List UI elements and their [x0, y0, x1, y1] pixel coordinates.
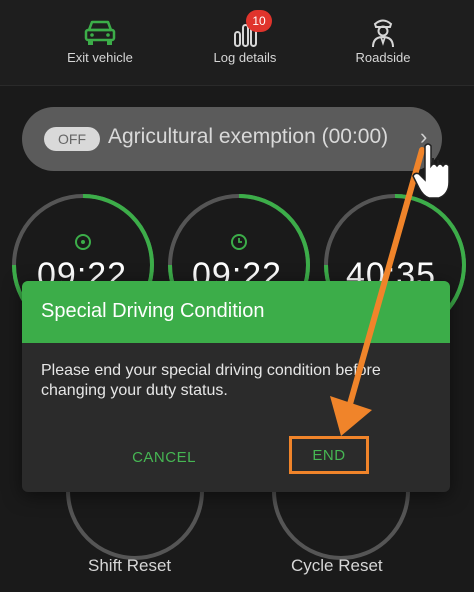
annotation-arrow-line — [347, 147, 425, 407]
annotation-overlay — [330, 143, 450, 436]
